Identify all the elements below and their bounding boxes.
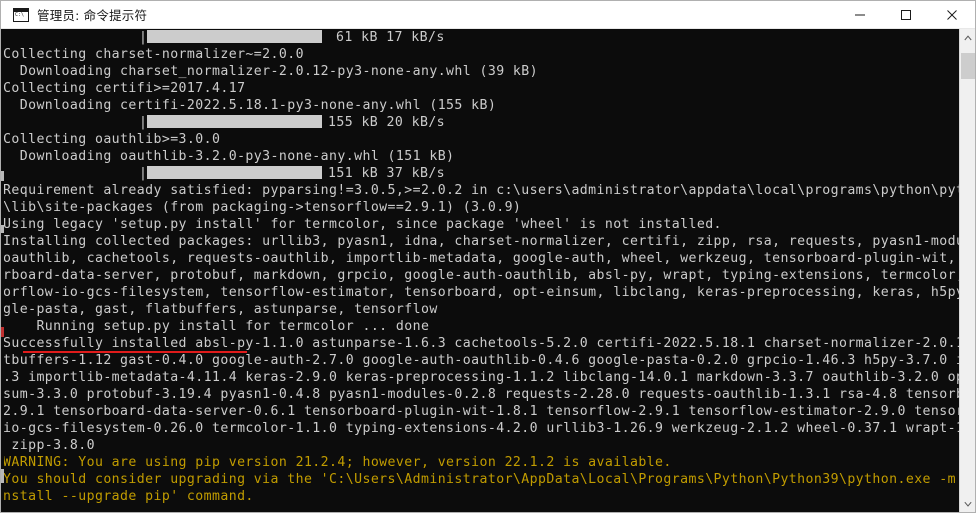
progress-bar-pipe: | [139,30,148,45]
terminal-line: Collecting oauthlib>=3.0.0 [3,132,221,147]
terminal-line: tbuffers-1.12 gast-0.4.0 google-auth-2.7… [3,353,961,368]
terminal-line: io-gcs-filesystem-0.26.0 termcolor-1.1.0… [3,421,961,436]
download-progress-row: | 151 kB 37 kB/s [1,165,961,182]
terminal-line: oauthlib, cachetools, requests-oauthlib,… [3,251,961,266]
progress-bar-label: 155 kB 20 kB/s [328,115,446,130]
window-controls [837,1,975,29]
terminal-warning-line: nstall --upgrade pip' command. [3,489,254,504]
terminal-line: Downloading oauthlib-3.2.0-py3-none-any.… [3,149,455,164]
terminal-line: rboard-data-server, protobuf, markdown, … [3,268,961,283]
console-output-area[interactable]: | 61 kB 17 kB/s Collecting charset-normali… [1,29,975,512]
terminal-line: Using legacy 'setup.py install' for term… [3,217,722,232]
terminal-line: \lib\site-packages (from packaging->tens… [3,200,522,215]
terminal-warning-line: WARNING: You are using pip version 21.2.… [3,455,672,470]
progress-bar-label: 61 kB 17 kB/s [336,30,445,45]
terminal-line: Running setup.py install for termcolor .… [3,319,430,334]
terminal-line: Collecting charset-normalizer~=2.0.0 [3,47,304,62]
scroll-down-arrow[interactable] [960,495,975,512]
terminal-warning-line: You should consider upgrading via the 'C… [3,472,961,487]
terminal-line: Installing collected packages: urllib3, … [3,234,961,249]
close-button[interactable] [929,1,975,29]
terminal-line: Downloading charset_normalizer-2.0.12-py… [3,64,539,79]
progress-bar-pipe: | [139,115,148,130]
terminal-line: sum-3.3.0 protobuf-3.19.4 pyasn1-0.4.8 p… [3,387,961,402]
terminal-line: Collecting certifi>=2017.4.17 [3,81,246,96]
terminal-line: .3 importlib-metadata-4.11.4 keras-2.9.0… [3,370,961,385]
progress-bar-label: 151 kB 37 kB/s [328,166,446,181]
scrollbar-thumb[interactable] [961,53,975,79]
download-progress-row: | 155 kB 20 kB/s [1,114,961,131]
terminal-line: zipp-3.8.0 [3,438,95,453]
left-edge-artifacts [1,29,4,512]
terminal-line: Requirement already satisfied: pyparsing… [3,183,961,198]
progress-bar-pipe: | [139,166,148,181]
progress-bar-fill [147,115,322,128]
terminal-line: Successfully installed absl-py-1.1.0 ast… [3,336,961,353]
terminal-line: Downloading certifi-2022.5.18.1-py3-none… [3,98,497,113]
progress-bar-fill [147,30,322,43]
console-icon [13,7,29,22]
maximize-button[interactable] [883,1,929,29]
terminal-line: orflow-io-gcs-filesystem, tensorflow-est… [3,285,961,300]
terminal-screen[interactable]: | 61 kB 17 kB/s Collecting charset-normali… [1,29,961,512]
download-progress-row: | 61 kB 17 kB/s [1,29,961,46]
terminal-line: gle-pasta, gast, flatbuffers, astunparse… [3,302,438,317]
titlebar[interactable]: 管理员: 命令提示符 [1,1,975,29]
vertical-scrollbar[interactable] [959,29,975,512]
scroll-up-arrow[interactable] [960,29,975,46]
command-prompt-window: 管理员: 命令提示符 | 61 kB 17 kB/s Collecting char… [0,0,976,513]
progress-bar-fill [147,166,322,179]
window-title: 管理员: 命令提示符 [37,8,148,23]
terminal-line: 2.9.1 tensorboard-data-server-0.6.1 tens… [3,404,961,419]
minimize-button[interactable] [837,1,883,29]
